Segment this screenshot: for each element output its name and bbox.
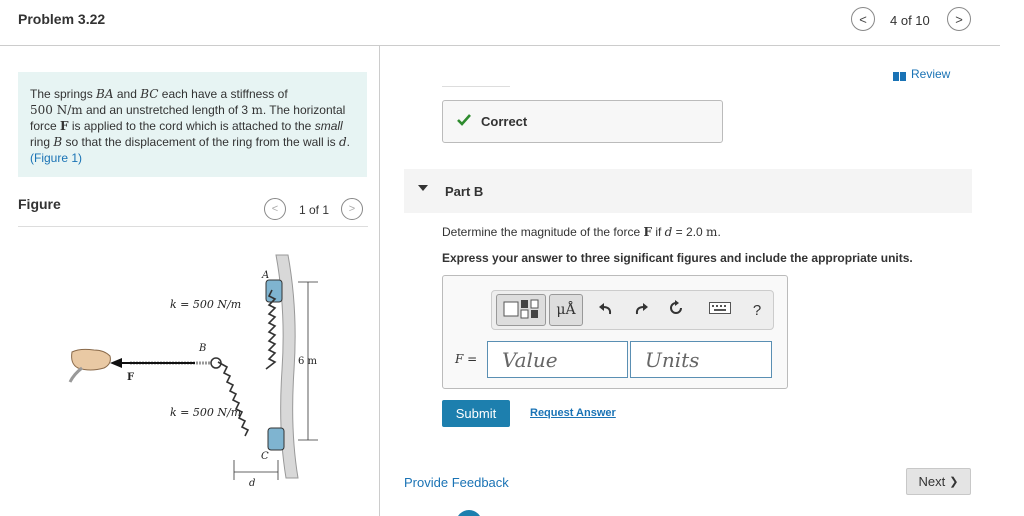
problem-statement: The springs BA and BC each have a stiffn… [18, 72, 367, 177]
review-label: Review [911, 67, 951, 81]
problem-text: ring [30, 135, 54, 149]
answer-panel: μÅ ? F = Value Units [442, 275, 788, 389]
templates-button[interactable] [496, 294, 546, 326]
status-label: Correct [481, 114, 528, 129]
problem-text: and an unstretched length of 3 [82, 103, 252, 117]
reset-button[interactable] [662, 295, 690, 325]
chevron-left-icon: < [859, 11, 867, 27]
help-bubble[interactable] [456, 510, 482, 516]
question-text: Determine the magnitude of the force F i… [442, 225, 721, 239]
figure-next-button[interactable]: > [341, 198, 363, 220]
problem-text: each have a stiffness of [158, 87, 288, 101]
chevron-right-icon: > [955, 11, 963, 27]
pane-divider [379, 46, 380, 516]
problem-text: so that the displacement of the ring fro… [62, 135, 339, 149]
checkmark-icon [457, 114, 471, 129]
symbols-icon: μÅ [556, 302, 576, 318]
keyboard-icon [709, 301, 731, 319]
question-part: Determine the magnitude of the force [442, 225, 644, 239]
chevron-right-icon: > [348, 203, 356, 215]
provide-feedback-link[interactable]: Provide Feedback [404, 475, 509, 490]
math-unit-m: m [706, 225, 718, 239]
chevron-left-icon: < [271, 203, 279, 215]
section-rule [442, 86, 510, 87]
figure-heading: Figure [18, 196, 61, 212]
question-part: = 2.0 [672, 225, 707, 239]
part-b-header[interactable] [404, 169, 972, 213]
correct-status: Correct [442, 100, 723, 143]
label-d: d [249, 478, 255, 489]
label-k-bottom: k = 500 N/m [170, 406, 241, 419]
figure-count: 1 of 1 [299, 203, 330, 217]
rope-end [68, 366, 83, 383]
part-b-label[interactable]: Part B [445, 184, 483, 199]
keyboard-button[interactable] [704, 295, 736, 325]
label-f: F [127, 372, 134, 383]
undo-button[interactable] [592, 295, 620, 325]
redo-button[interactable] [627, 295, 655, 325]
figure-previous-button[interactable]: < [264, 198, 286, 220]
review-link[interactable]: Review [893, 67, 950, 81]
question-part: if [651, 225, 665, 239]
value-input[interactable] [487, 341, 628, 378]
problem-text: . [346, 135, 351, 149]
figure-link[interactable]: (Figure 1) [30, 151, 82, 165]
help-icon: ? [752, 301, 762, 319]
request-answer-link[interactable]: Request Answer [530, 407, 616, 419]
label-k-top: k = 500 N/m [170, 298, 241, 311]
force-arrowhead [110, 358, 122, 368]
problem-text: is applied to the cord which is attached… [68, 119, 315, 133]
redo-icon [633, 301, 649, 320]
units-input[interactable] [630, 341, 772, 378]
chevron-right-icon: ❯ [949, 476, 959, 488]
math-force-f: F [643, 225, 652, 239]
next-button[interactable]: Next ❯ [906, 468, 971, 495]
math-bc: BC [140, 87, 159, 101]
answer-instructions: Express your answer to three significant… [442, 251, 913, 265]
templates-icon [501, 297, 541, 324]
math-unit-m: m [251, 103, 263, 117]
answer-variable-label: F = [455, 352, 477, 366]
problem-text: and [113, 87, 141, 101]
label-6m: 6 m [298, 356, 318, 367]
help-button[interactable]: ? [743, 295, 771, 325]
answer-equals: = [463, 352, 478, 366]
symbols-button[interactable]: μÅ [549, 294, 583, 326]
label-b: B [198, 343, 206, 354]
top-bar: Problem 3.22 < 4 of 10 > [0, 0, 1000, 46]
math-force-f: F [60, 119, 69, 133]
bottom-bracket [267, 427, 285, 451]
problem-title: Problem 3.22 [18, 11, 106, 27]
next-label: Next [918, 474, 946, 489]
math-d: d [338, 135, 347, 149]
math-b: B [53, 135, 63, 149]
figure-divider [18, 226, 368, 227]
submit-button[interactable]: Submit [442, 400, 510, 427]
problem-position: 4 of 10 [890, 13, 930, 28]
math-stiffness: 500 N/m [30, 103, 83, 117]
book-icon [893, 70, 906, 81]
hand [71, 348, 111, 371]
spring-figure: k = 500 N/m k = 500 N/m A B C F 6 m d [68, 254, 318, 489]
question-part: . [717, 225, 721, 239]
math-ba: BA [96, 87, 114, 101]
undo-icon [598, 301, 614, 320]
reset-icon [667, 299, 685, 322]
spring-bc [217, 361, 250, 437]
label-a: A [261, 270, 269, 281]
problem-text: The springs [30, 87, 97, 101]
label-c: C [261, 451, 269, 462]
problem-text-emphasis: small [314, 119, 343, 133]
previous-problem-button[interactable]: < [851, 7, 875, 31]
math-toolbar: μÅ ? [491, 290, 774, 330]
collapse-caret-icon[interactable] [418, 185, 428, 191]
next-problem-button[interactable]: > [947, 7, 971, 31]
